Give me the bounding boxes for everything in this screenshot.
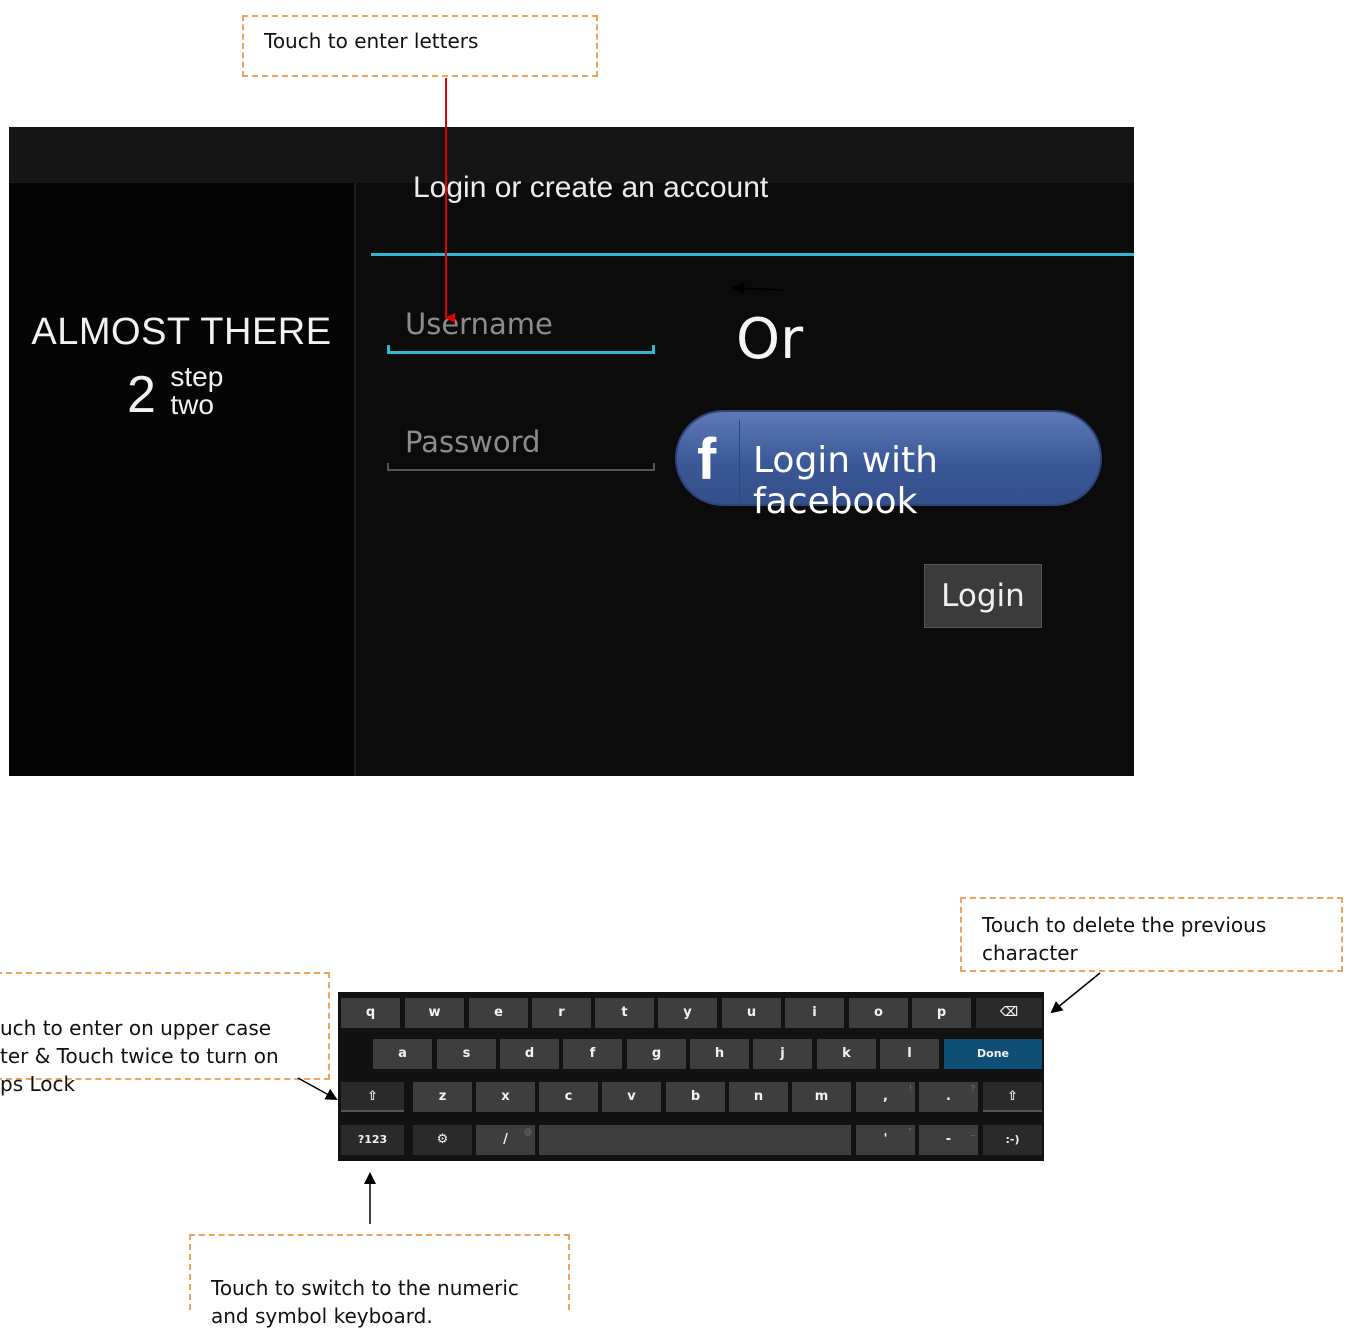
progress-heading: ALMOST THERE <box>31 311 332 353</box>
key-f[interactable]: f <box>563 1039 622 1069</box>
key-t[interactable]: t <box>595 998 654 1028</box>
key-o[interactable]: o <box>849 998 908 1028</box>
facebook-login-label: Login with facebook <box>753 440 938 522</box>
password-field[interactable]: Password <box>387 425 655 471</box>
facebook-login-button[interactable]: f Login with facebook <box>675 410 1102 522</box>
login-button[interactable]: Login <box>924 564 1042 628</box>
soft-keyboard: q w e r t y u i o p ⌫ a s d f g h j k l … <box>338 992 1044 1161</box>
apostrophe-alt-label: " <box>908 1127 912 1136</box>
settings-icon: ⚙ <box>436 1132 449 1147</box>
key-q[interactable]: q <box>341 998 400 1028</box>
key-w[interactable]: w <box>405 998 464 1028</box>
page-title: Login or create an account <box>413 171 769 204</box>
key-z[interactable]: z <box>413 1082 472 1112</box>
username-placeholder: Username <box>405 307 553 341</box>
period-label: . <box>946 1089 951 1104</box>
callout-delete-character-text: Touch to delete the previous character <box>982 913 1267 965</box>
key-h[interactable]: h <box>690 1039 749 1069</box>
step-indicator: 2 step two <box>127 363 223 424</box>
key-l[interactable]: l <box>880 1039 939 1069</box>
shift-icon: ⇧ <box>1007 1089 1018 1104</box>
backspace-icon: ⌫ <box>999 1005 1019 1020</box>
smiley-key[interactable]: :-) <box>983 1125 1042 1155</box>
facebook-icon: f <box>697 427 717 492</box>
period-alt-label: ? <box>970 1084 975 1093</box>
key-b[interactable]: b <box>666 1082 725 1112</box>
facebook-button-divider <box>739 420 740 500</box>
key-d[interactable]: d <box>500 1039 559 1069</box>
key-u[interactable]: u <box>722 998 781 1028</box>
slash-key[interactable]: / @ <box>476 1125 535 1155</box>
title-divider <box>371 253 1134 256</box>
space-key[interactable] <box>539 1125 851 1155</box>
key-a[interactable]: a <box>373 1039 432 1069</box>
period-key[interactable]: . ? <box>919 1082 978 1112</box>
callout-enter-letters: Touch to enter letters <box>242 15 598 77</box>
step-word-1: step <box>170 361 224 392</box>
key-i[interactable]: i <box>785 998 844 1028</box>
step-number: 2 <box>127 366 156 424</box>
slash-alt-label: @ <box>524 1127 532 1136</box>
done-key[interactable]: Done <box>944 1039 1042 1069</box>
key-y[interactable]: y <box>658 998 717 1028</box>
apostrophe-label: ' <box>883 1132 888 1147</box>
callout-enter-letters-text: Touch to enter letters <box>264 29 479 53</box>
shift-icon: ⇧ <box>367 1089 378 1104</box>
app-screen: ALMOST THERE 2 step two Login or create … <box>9 127 1134 776</box>
slash-label: / <box>503 1132 508 1147</box>
password-placeholder: Password <box>405 425 541 459</box>
dash-label: - <box>945 1132 952 1147</box>
delete-arrow <box>1050 972 1101 1014</box>
step-words: step two <box>170 363 223 419</box>
key-e[interactable]: e <box>469 998 528 1028</box>
comma-alt-label: ! <box>908 1084 912 1093</box>
settings-key[interactable]: ⚙ <box>413 1125 472 1155</box>
shift-arrow <box>297 1077 338 1100</box>
dash-key[interactable]: - _ <box>919 1125 978 1155</box>
key-n[interactable]: n <box>729 1082 788 1112</box>
or-label: Or <box>736 307 804 372</box>
key-x[interactable]: x <box>476 1082 535 1112</box>
progress-panel: ALMOST THERE 2 step two <box>9 183 356 776</box>
key-v[interactable]: v <box>602 1082 661 1112</box>
key-r[interactable]: r <box>532 998 591 1028</box>
username-field[interactable]: Username <box>387 307 655 354</box>
left-shift-key[interactable]: ⇧ <box>341 1082 404 1112</box>
callout-numeric-keyboard-text: Touch to switch to the numeric and symbo… <box>211 1276 519 1328</box>
key-j[interactable]: j <box>753 1039 812 1069</box>
callout-shift-key: uch to enter on upper case ter & Touch t… <box>0 972 330 1096</box>
callout-numeric-keyboard: Touch to switch to the numeric and symbo… <box>189 1234 570 1328</box>
callout-delete-character: Touch to delete the previous character <box>960 897 1343 972</box>
key-m[interactable]: m <box>792 1082 851 1112</box>
step-word-2: two <box>170 389 214 420</box>
apostrophe-key[interactable]: ' " <box>856 1125 915 1155</box>
right-shift-key[interactable]: ⇧ <box>983 1082 1042 1112</box>
numeric-symbols-key[interactable]: ?123 <box>341 1125 404 1155</box>
key-c[interactable]: c <box>539 1082 598 1112</box>
key-s[interactable]: s <box>437 1039 496 1069</box>
key-g[interactable]: g <box>627 1039 686 1069</box>
dash-alt-label: _ <box>971 1127 975 1136</box>
comma-key[interactable]: , ! <box>856 1082 915 1112</box>
key-k[interactable]: k <box>817 1039 876 1069</box>
callout-shift-key-text: uch to enter on upper case ter & Touch t… <box>0 1016 279 1096</box>
comma-label: , <box>883 1089 888 1104</box>
backspace-key[interactable]: ⌫ <box>976 998 1042 1028</box>
key-p[interactable]: p <box>912 998 971 1028</box>
